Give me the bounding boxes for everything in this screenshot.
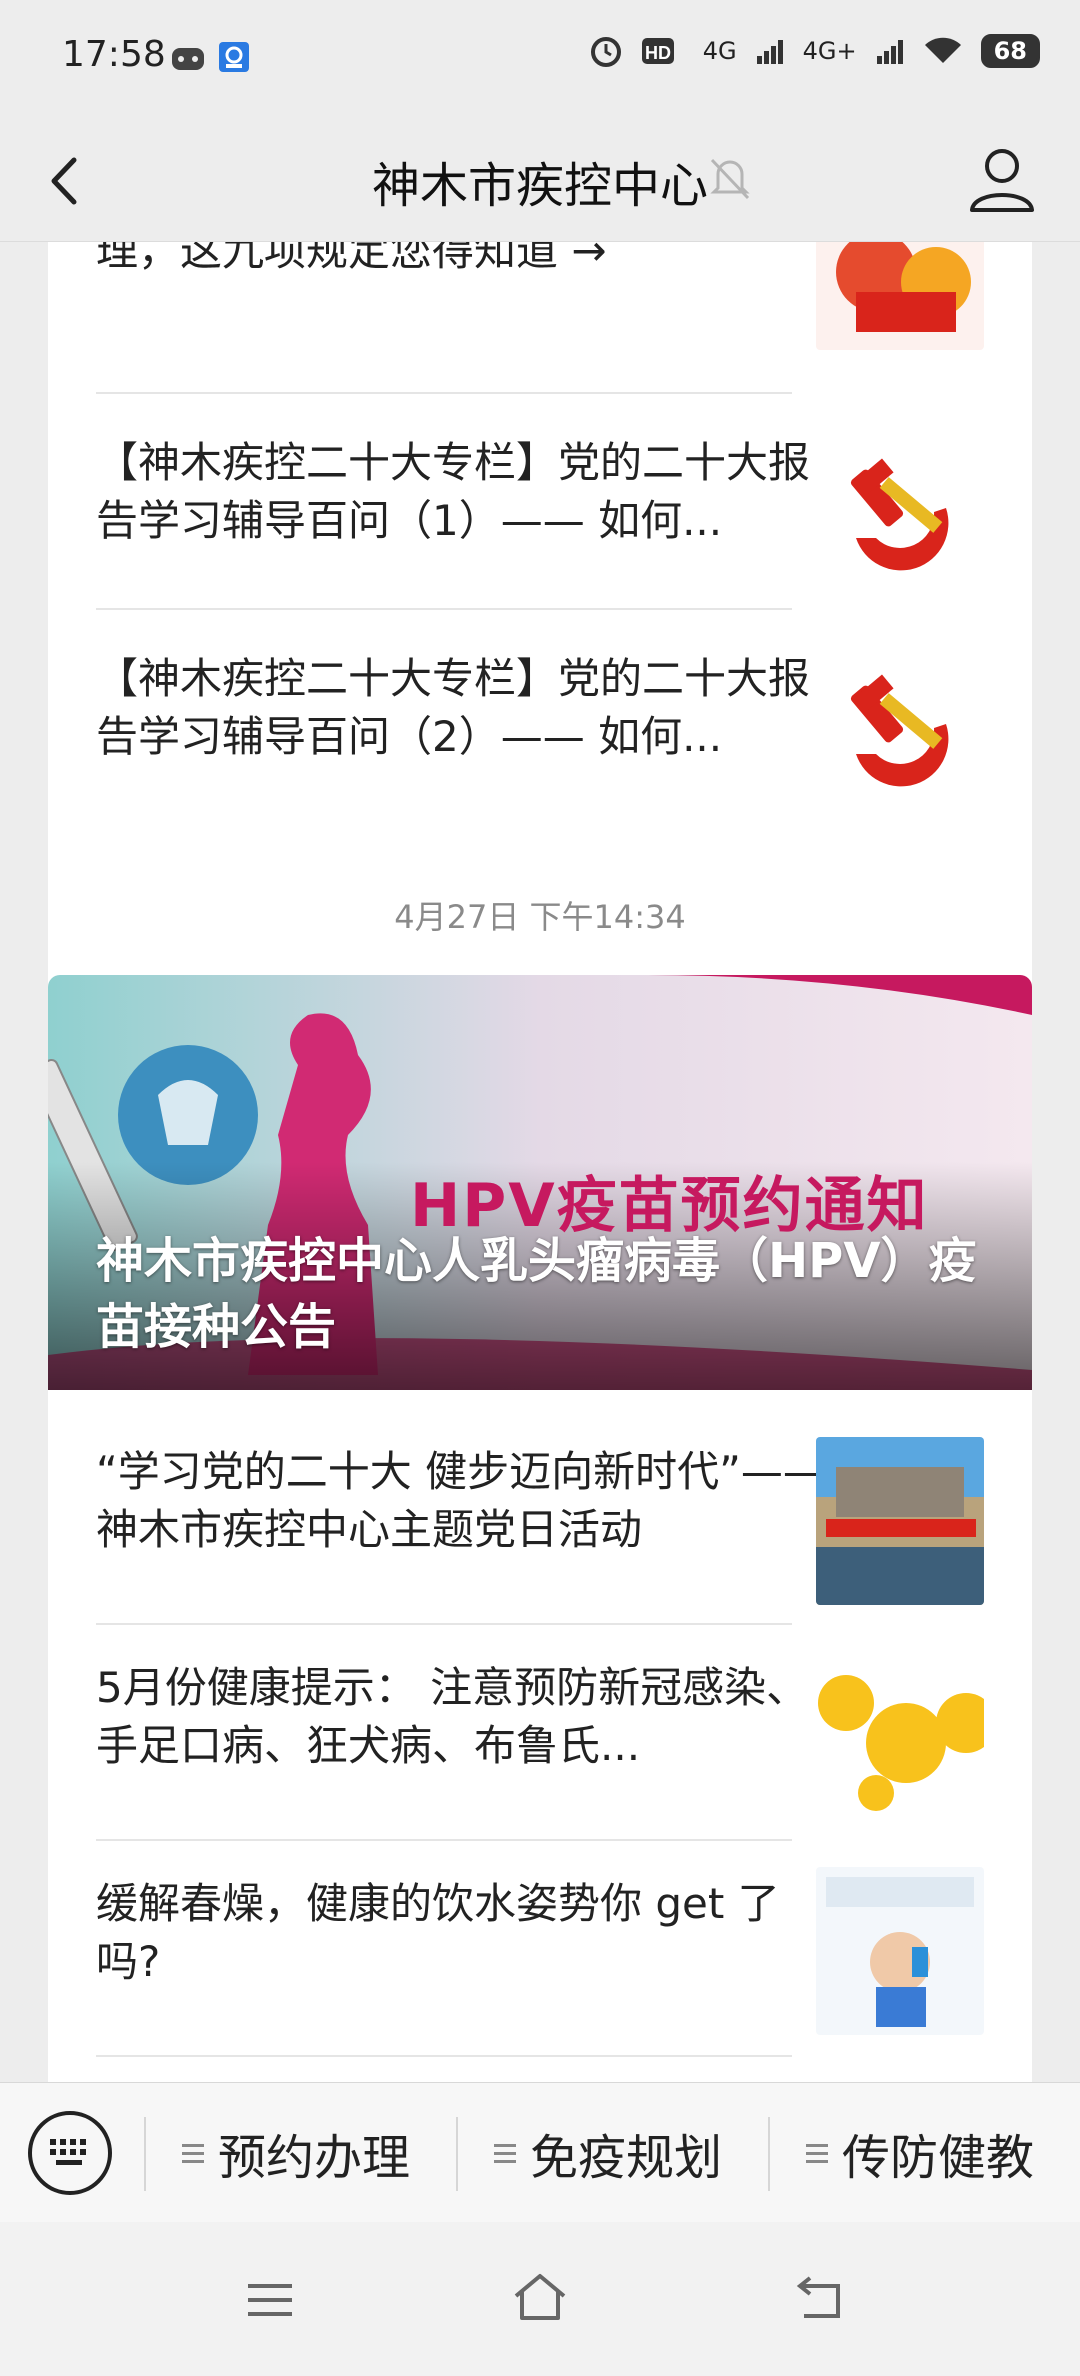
signal-icon (756, 40, 783, 64)
group-photo-thumbnail (816, 1437, 984, 1605)
menu-separator (768, 2117, 770, 2191)
status-bar: 17:58 HD 4G 4G+ 68 (0, 0, 1080, 118)
hd-icon: HD (641, 38, 674, 64)
article-item[interactable]: 【神木疾控二十大专栏】党的二十大报告学习辅导百问（2）—— 如何... (96, 650, 838, 766)
divider (96, 608, 792, 610)
article-title: “学习党的二十大 健步迈向新时代”——神木市疾控中心主题党日活动 (96, 1447, 825, 1554)
message-list[interactable]: 理，这九项规定您得知道 → 【神木疾控二十大专栏】党的二十大报告学习辅导百问（1… (0, 242, 1080, 2082)
article-title: 【神木疾控二十大专栏】党的二十大报告学习辅导百问（1）—— 如何... (96, 438, 811, 545)
divider (96, 392, 792, 394)
menu-label: 预约办理 (218, 2130, 411, 2186)
keyboard-icon (50, 2139, 86, 2165)
svg-text:HD: HD (645, 43, 671, 63)
game-controller-icon (172, 48, 204, 70)
article-thumbnail (816, 1437, 984, 1605)
back-icon[interactable] (790, 2270, 850, 2330)
divider (96, 1623, 792, 1625)
alarm-icon (590, 37, 621, 67)
menu-separator (144, 2117, 146, 2191)
article-title: 5月份健康提示： 注意预防新冠感染、手足口病、狂犬病、布鲁氏... (96, 1663, 809, 1770)
article-card: HPV疫苗预约通知 神木市疾控中心人乳头瘤病毒（HPV）疫苗接种公告 “学习党的… (48, 975, 1032, 2082)
divider (96, 2055, 792, 2057)
network-label-2: 4G+ (802, 37, 857, 65)
menu-label: 传防健教 (842, 2130, 1035, 2186)
menu-label: 免疫规划 (530, 2130, 723, 2186)
chat-header: 神木市疾控中心 (0, 118, 1080, 242)
page-title: 神木市疾控中心 (371, 158, 708, 214)
cartoon-thumbnail-icon (816, 242, 984, 350)
banner-article[interactable]: HPV疫苗预约通知 神木市疾控中心人乳头瘤病毒（HPV）疫苗接种公告 (48, 975, 1032, 1390)
profile-icon[interactable] (964, 140, 1040, 220)
article-item[interactable]: 缓解春燥，健康的饮水姿势你 get 了吗? (96, 1875, 838, 1991)
system-navigation-bar (0, 2222, 1080, 2376)
article-thumbnail (816, 428, 984, 596)
status-right: HD 4G 4G+ 68 (589, 34, 1040, 68)
wifi-icon (924, 37, 961, 63)
article-title: 缓解春燥，健康的饮水姿势你 get 了吗? (96, 1879, 780, 1986)
home-icon[interactable] (508, 2266, 572, 2330)
article-title: 理，这九项规定您得知道 → (96, 242, 607, 275)
article-item[interactable]: 【神木疾控二十大专栏】党的二十大报告学习辅导百问（1）—— 如何... (96, 434, 838, 550)
network-label-1: 4G (702, 37, 737, 65)
signal-icon-2 (876, 40, 903, 64)
menu-lines-icon (182, 2143, 204, 2163)
message-timestamp: 4月27日 下午14:34 (394, 898, 686, 936)
menu-separator (456, 2117, 458, 2191)
article-thumbnail (816, 644, 984, 812)
notice-thumbnail (816, 1653, 984, 1821)
article-thumbnail (816, 242, 984, 350)
menu-lines-icon (494, 2143, 516, 2163)
status-time: 17:58 (62, 34, 166, 75)
mute-bell-icon (710, 158, 750, 200)
article-thumbnail (816, 1867, 984, 2035)
recent-apps-icon[interactable] (240, 2270, 300, 2330)
article-title: 【神木疾控二十大专栏】党的二十大报告学习辅导百问（2）—— 如何... (96, 654, 811, 761)
drinking-water-thumbnail (816, 1867, 984, 2035)
article-item[interactable]: 5月份健康提示： 注意预防新冠感染、手足口病、狂犬病、布鲁氏... (96, 1659, 838, 1775)
menu-button-appointment[interactable]: 预约办理 (182, 2113, 410, 2193)
article-thumbnail (816, 1653, 984, 1821)
menu-lines-icon (806, 2143, 828, 2163)
banner-title: 神木市疾控中心人乳头瘤病毒（HPV）疫苗接种公告 (96, 1233, 977, 1355)
divider (96, 1839, 792, 1841)
hammer-sickle-icon (816, 644, 984, 812)
official-account-menu: 预约办理 免疫规划 传防健教 (0, 2082, 1080, 2222)
article-item[interactable]: 理，这九项规定您得知道 → (96, 242, 838, 280)
keyboard-toggle-button[interactable] (28, 2111, 112, 2195)
hammer-sickle-icon (816, 428, 984, 596)
menu-button-health-education[interactable]: 传防健教 (806, 2113, 1034, 2193)
article-item[interactable]: “学习党的二十大 健步迈向新时代”——神木市疾控中心主题党日活动 (96, 1443, 838, 1559)
menu-button-immunization[interactable]: 免疫规划 (494, 2113, 722, 2193)
app-notification-icon (219, 42, 249, 72)
battery-indicator: 68 (980, 34, 1040, 68)
